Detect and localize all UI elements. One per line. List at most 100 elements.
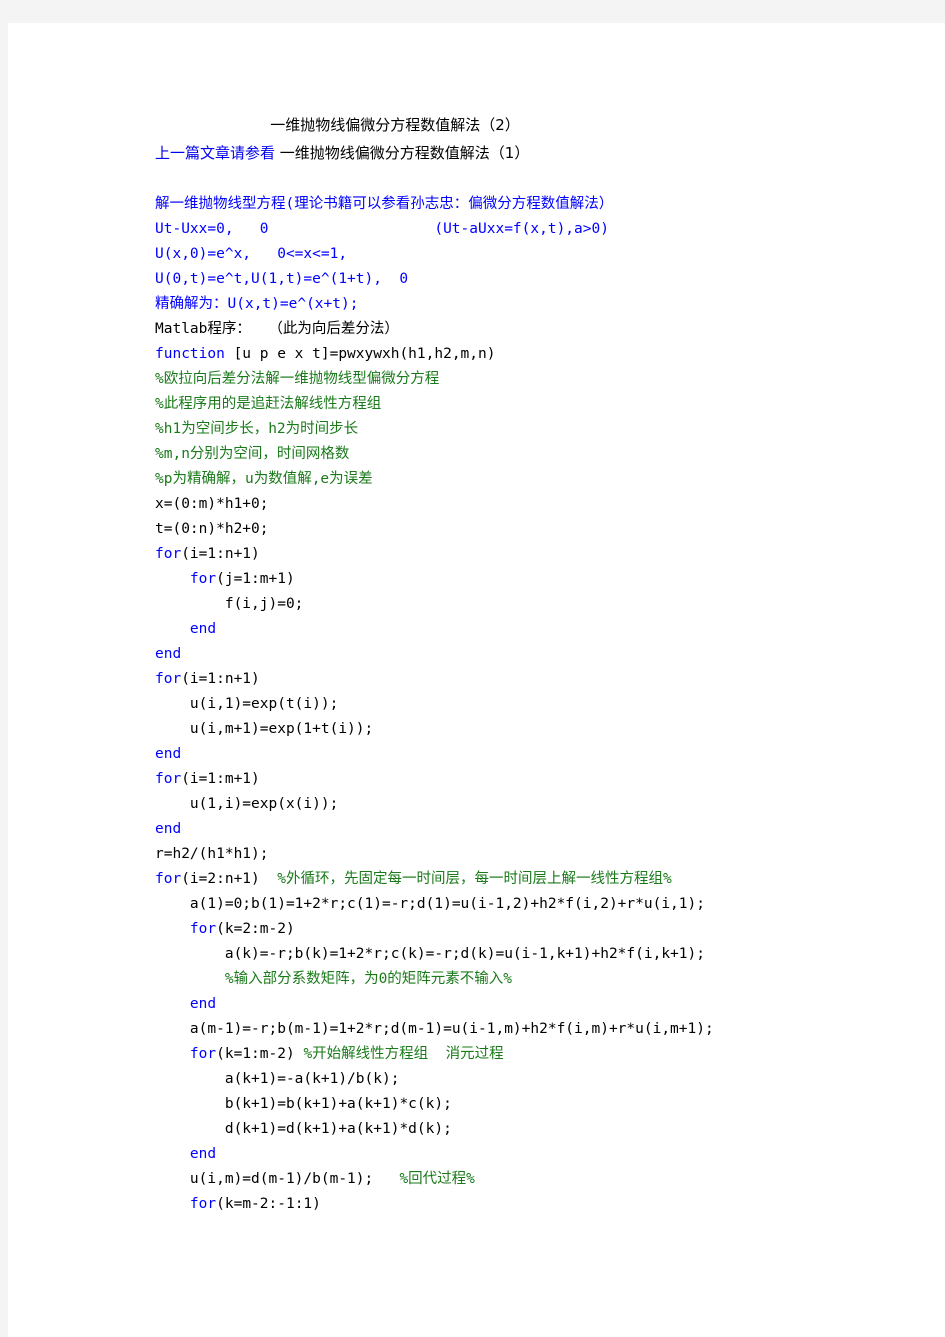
code-text: a(k+1)=-a(k+1)/b(k); <box>224 1071 400 1087</box>
code-text: u(i,m+1)=exp(1+t(i)); <box>189 721 374 737</box>
code-keyword: U(x,0)=e^x, 0<=x<=1, <box>155 246 348 262</box>
code-line: U(x,0)=e^x, 0<=x<=1, <box>155 242 935 267</box>
code-keyword: for <box>189 921 217 937</box>
code-keyword: for <box>155 671 182 687</box>
code-line: t=(0:n)*h2+0; <box>155 517 935 542</box>
code-keyword: for <box>189 1196 217 1212</box>
code-keyword: end <box>189 1146 217 1162</box>
code-line: r=h2/(h1*h1); <box>155 842 935 867</box>
code-line: 精确解为：U(x,t)=e^(x+t); <box>155 292 935 317</box>
document-page: 一维抛物线偏微分方程数值解法（2） 上一篇文章请参看 一维抛物线偏微分方程数值解… <box>8 23 945 1337</box>
code-keyword: for <box>155 871 182 887</box>
code-line: for(k=m-2:-1:1) <box>155 1192 935 1217</box>
code-text: a(1)=0;b(1)=1+2*r;c(1)=-r;d(1)=u(i-1,2)+… <box>189 896 705 912</box>
code-comment: %回代过程% <box>399 1171 475 1187</box>
code-text: a(m-1)=-r;b(m-1)=1+2*r;d(m-1)=u(i-1,m)+h… <box>189 1021 714 1037</box>
code-text: t=(0:n)*h2+0; <box>155 521 269 537</box>
code-comment: %h1为空间步长，h2为时间步长 <box>155 421 359 437</box>
code-text: r=h2/(h1*h1); <box>155 846 269 862</box>
code-line: end <box>155 1142 935 1167</box>
matlab-code-block: 解一维抛物线型方程(理论书籍可以参看孙志忠：偏微分方程数值解法） Ut-Uxx=0… <box>155 192 935 1217</box>
code-line: u(1,i)=exp(x(i)); <box>155 792 935 817</box>
code-keyword: end <box>155 821 182 837</box>
code-keyword: for <box>189 1046 217 1062</box>
code-line: %欧拉向后差分法解一维抛物线型偏微分方程 <box>155 367 935 392</box>
code-comment: %p为精确解，u为数值解,e为误差 <box>155 471 373 487</box>
code-line: end <box>155 642 935 667</box>
code-line: %m,n分别为空间，时间网格数 <box>155 442 935 467</box>
code-text: (k=2:m-2) <box>216 921 295 937</box>
code-line: for(k=1:m-2) %开始解线性方程组 消元过程 <box>155 1042 935 1067</box>
code-text: a(k)=-r;b(k)=1+2*r;c(k)=-r;d(k)=u(i-1,k+… <box>224 946 705 962</box>
code-comment: %开始解线性方程组 消元过程 <box>303 1046 504 1062</box>
code-line: %p为精确解，u为数值解,e为误差 <box>155 467 935 492</box>
code-keyword: function <box>155 346 225 362</box>
code-line: Ut-Uxx=0, 0 (Ut-aUxx=f(x,t),a>0) <box>155 217 935 242</box>
previous-article-title: 一维抛物线偏微分方程数值解法（1） <box>275 144 530 162</box>
code-line: for(i=1:n+1) <box>155 667 935 692</box>
code-keyword: 精确解为：U(x,t)=e^(x+t); <box>155 296 359 312</box>
code-line: for(j=1:m+1) <box>155 567 935 592</box>
code-line: Matlab程序： （此为向后差分法） <box>155 317 935 342</box>
code-line: U(0,t)=e^t,U(1,t)=e^(1+t), 0 <box>155 267 935 292</box>
code-line: d(k+1)=d(k+1)+a(k+1)*d(k); <box>155 1117 935 1142</box>
code-comment: %外循环，先固定每一时间层，每一时间层上解一线性方程组% <box>277 871 672 887</box>
code-comment: %此程序用的是追赶法解线性方程组 <box>155 396 382 412</box>
code-line: for(i=1:n+1) <box>155 542 935 567</box>
code-keyword: for <box>155 771 182 787</box>
code-text: x=(0:m)*h1+0; <box>155 496 269 512</box>
code-line: a(k+1)=-a(k+1)/b(k); <box>155 1067 935 1092</box>
code-text: [u p e x t]=pwxywxh(h1,h2,m,n) <box>224 346 496 362</box>
code-line: a(1)=0;b(1)=1+2*r;c(1)=-r;d(1)=u(i-1,2)+… <box>155 892 935 917</box>
code-line: end <box>155 817 935 842</box>
previous-article-line: 上一篇文章请参看 一维抛物线偏微分方程数值解法（1） <box>155 141 935 166</box>
code-line: for(k=2:m-2) <box>155 917 935 942</box>
code-line: end <box>155 992 935 1017</box>
code-comment: %欧拉向后差分法解一维抛物线型偏微分方程 <box>155 371 440 387</box>
code-line: u(i,m)=d(m-1)/b(m-1); %回代过程% <box>155 1167 935 1192</box>
code-keyword: end <box>189 621 217 637</box>
code-text: (i=2:n+1) <box>181 871 278 887</box>
code-keyword: for <box>155 546 182 562</box>
code-keyword: end <box>155 646 182 662</box>
previous-article-link[interactable]: 上一篇文章请参看 <box>155 144 275 162</box>
code-text: (k=1:m-2) <box>216 1046 304 1062</box>
code-line: %h1为空间步长，h2为时间步长 <box>155 417 935 442</box>
code-line: b(k+1)=b(k+1)+a(k+1)*c(k); <box>155 1092 935 1117</box>
code-text: (i=1:n+1) <box>181 546 260 562</box>
code-keyword: 解一维抛物线型方程(理论书籍可以参看孙志忠：偏微分方程数值解法） <box>155 196 614 212</box>
code-keyword: end <box>189 996 217 1012</box>
code-text: u(i,m)=d(m-1)/b(m-1); <box>189 1171 400 1187</box>
code-line: a(m-1)=-r;b(m-1)=1+2*r;d(m-1)=u(i-1,m)+h… <box>155 1017 935 1042</box>
code-keyword: U(0,t)=e^t,U(1,t)=e^(1+t), 0 <box>155 271 409 287</box>
code-line: a(k)=-r;b(k)=1+2*r;c(k)=-r;d(k)=u(i-1,k+… <box>155 942 935 967</box>
code-line: %此程序用的是追赶法解线性方程组 <box>155 392 935 417</box>
code-line: for(i=2:n+1) %外循环，先固定每一时间层，每一时间层上解一线性方程组… <box>155 867 935 892</box>
code-line: end <box>155 742 935 767</box>
code-keyword: end <box>155 746 182 762</box>
code-text: (i=1:n+1) <box>181 671 260 687</box>
code-text: (i=1:m+1) <box>181 771 260 787</box>
code-line: u(i,m+1)=exp(1+t(i)); <box>155 717 935 742</box>
code-text: (j=1:m+1) <box>216 571 295 587</box>
code-line: u(i,1)=exp(t(i)); <box>155 692 935 717</box>
code-comment: %输入部分系数矩阵，为0的矩阵元素不输入% <box>224 971 513 987</box>
code-line: f(i,j)=0; <box>155 592 935 617</box>
code-text: Matlab程序： （此为向后差分法） <box>155 321 399 337</box>
code-line: end <box>155 617 935 642</box>
document-content: 一维抛物线偏微分方程数值解法（2） 上一篇文章请参看 一维抛物线偏微分方程数值解… <box>155 113 935 1217</box>
code-text: f(i,j)=0; <box>224 596 304 612</box>
code-keyword: for <box>189 571 217 587</box>
code-text: u(1,i)=exp(x(i)); <box>189 796 339 812</box>
code-line: function [u p e x t]=pwxywxh(h1,h2,m,n) <box>155 342 935 367</box>
code-line: 解一维抛物线型方程(理论书籍可以参看孙志忠：偏微分方程数值解法） <box>155 192 935 217</box>
code-keyword: Ut-Uxx=0, 0 (Ut-aUxx=f(x,t),a>0) <box>155 221 609 237</box>
code-text: b(k+1)=b(k+1)+a(k+1)*c(k); <box>224 1096 452 1112</box>
code-line: %输入部分系数矩阵，为0的矩阵元素不输入% <box>155 967 935 992</box>
page-title: 一维抛物线偏微分方程数值解法（2） <box>270 116 520 134</box>
code-text: u(i,1)=exp(t(i)); <box>189 696 339 712</box>
code-text: d(k+1)=d(k+1)+a(k+1)*d(k); <box>224 1121 452 1137</box>
code-comment: %m,n分别为空间，时间网格数 <box>155 446 350 462</box>
code-text: (k=m-2:-1:1) <box>216 1196 321 1212</box>
